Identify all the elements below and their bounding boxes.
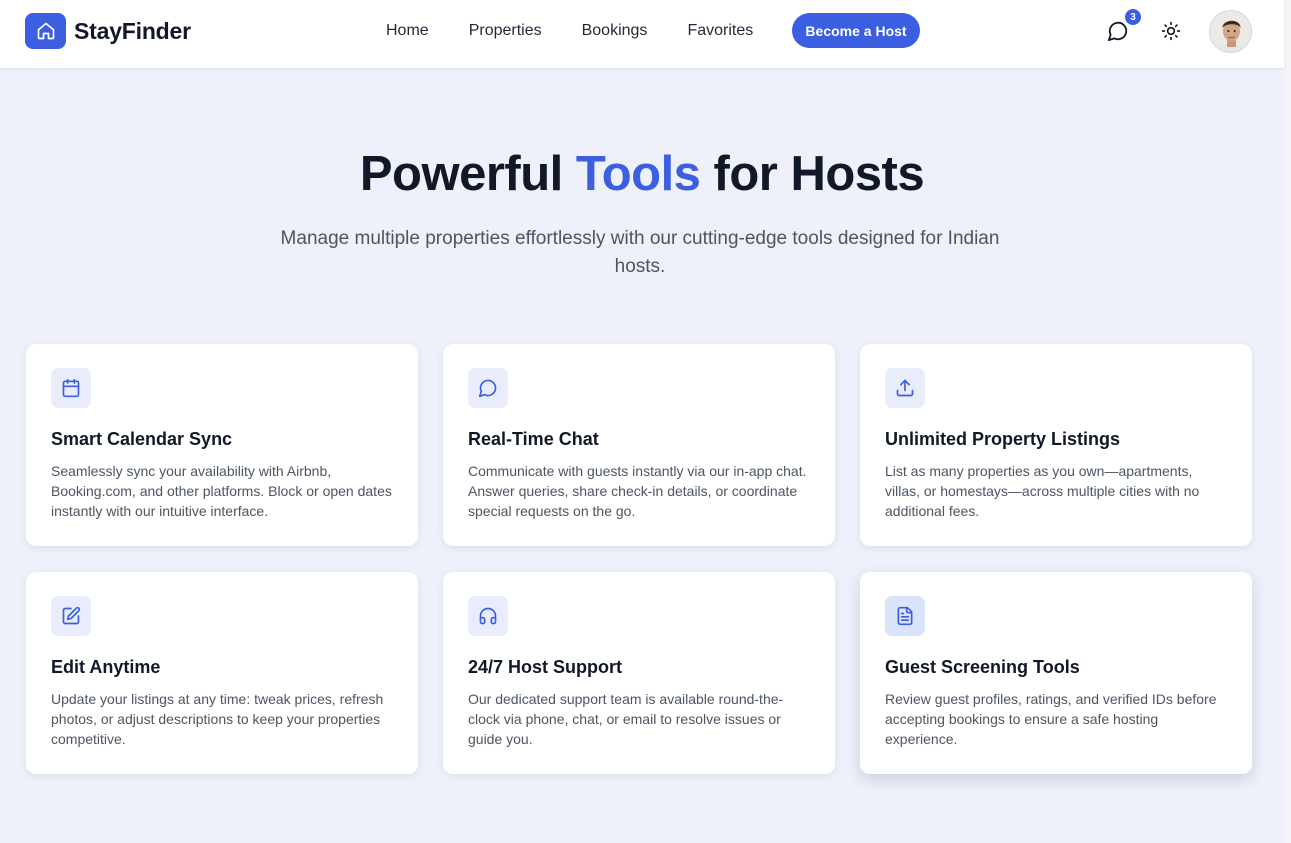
upload-icon (885, 368, 925, 408)
title-part-1: Powerful (359, 147, 576, 201)
brand-logo[interactable]: StayFinder (25, 13, 191, 49)
document-icon (885, 596, 925, 636)
feature-title: Guest Screening Tools (885, 657, 1080, 677)
feature-title: 24/7 Host Support (468, 657, 623, 677)
calendar-icon (51, 368, 91, 408)
message-circle-icon (1107, 21, 1128, 42)
feature-description: Our dedicated support team is available … (468, 691, 784, 747)
headphones-icon (468, 596, 508, 636)
theme-toggle-button[interactable] (1157, 17, 1185, 45)
chat-icon (468, 368, 508, 408)
feature-description: Communicate with guests instantly via ou… (468, 463, 807, 519)
nav-properties-link[interactable]: Properties (469, 22, 542, 40)
feature-title: Edit Anytime (51, 657, 161, 677)
nav-home-link[interactable]: Home (386, 22, 429, 40)
user-avatar[interactable] (1209, 10, 1252, 53)
feature-description: Review guest profiles, ratings, and veri… (885, 691, 1217, 747)
feature-card-listings: Unlimited Property Listings List as many… (860, 344, 1252, 546)
nav-favorites-link[interactable]: Favorites (687, 22, 753, 40)
page-title: Powerful Tools for Hosts (0, 146, 1284, 202)
become-host-button[interactable]: Become a Host (792, 13, 920, 48)
feature-description: Seamlessly sync your availability with A… (51, 463, 392, 519)
feature-card-edit: Edit Anytime Update your listings at any… (26, 572, 418, 774)
feature-title: Smart Calendar Sync (51, 429, 233, 449)
title-part-2: for Hosts (700, 147, 925, 201)
feature-card-screening: Guest Screening Tools Review guest profi… (860, 572, 1252, 774)
feature-card-support: 24/7 Host Support Our dedicated support … (443, 572, 835, 774)
home-icon (25, 13, 66, 49)
feature-description: List as many properties as you own—apart… (885, 463, 1200, 519)
main-nav: Home Properties Bookings Favorites (386, 14, 793, 48)
messages-badge: 3 (1125, 9, 1141, 25)
page-scrollbar[interactable] (1284, 0, 1291, 843)
feature-title: Unlimited Property Listings (885, 429, 1121, 449)
feature-description: Update your listings at any time: tweak … (51, 691, 384, 747)
page-subtitle: Manage multiple properties effortlessly … (280, 228, 1000, 277)
sun-icon (1161, 21, 1181, 41)
top-navbar: StayFinder Home Properties Bookings Favo… (0, 0, 1284, 68)
nav-bookings-link[interactable]: Bookings (582, 22, 648, 40)
feature-title: Real-Time Chat (468, 429, 599, 449)
title-accent: Tools (575, 147, 701, 201)
edit-icon (51, 596, 91, 636)
brand-name: StayFinder (74, 17, 191, 44)
feature-card-chat: Real-Time Chat Communicate with guests i… (443, 344, 835, 546)
feature-card-calendar: Smart Calendar Sync Seamlessly sync your… (26, 344, 418, 546)
